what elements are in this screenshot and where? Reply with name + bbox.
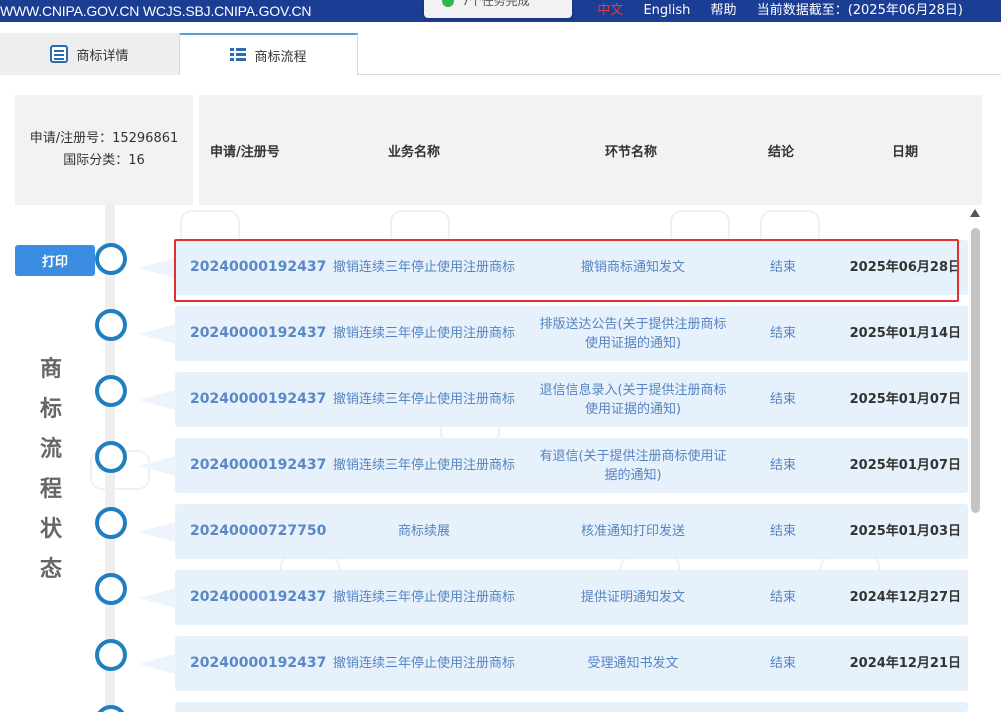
tab-label: 商标详情: [76, 48, 129, 64]
timeline-node: [95, 375, 127, 407]
row-app-no: 20240000192437: [190, 589, 327, 605]
data-as-of-text: 当前数据截至：(2025年06月28日): [756, 3, 963, 18]
col-header-app-no: 申请/注册号: [210, 145, 280, 160]
list-icon: [230, 48, 247, 62]
lang-english-link[interactable]: English: [643, 3, 690, 18]
timeline-node: [95, 309, 127, 341]
timeline-node: [95, 639, 127, 671]
trademark-info-box: 申请/注册号：15296861 国际分类：16: [15, 95, 193, 205]
row-app-no: 20240000192437: [190, 259, 327, 275]
row-business: 撤销连续三年停止使用注册商标: [332, 590, 515, 605]
registration-number: 申请/注册号：15296861: [29, 131, 179, 146]
row-step: 有退信(关于提供注册商标使用证据的通知): [539, 448, 727, 483]
row-app-no: 20240000192437: [190, 391, 327, 407]
row-app-no: 20240000192437: [190, 325, 327, 341]
table-row[interactable]: 20240000192437 撤销连续三年停止使用注册商标 受理通知书发文 结束…: [139, 636, 968, 691]
tab-trademark-process[interactable]: 商标流程: [180, 33, 358, 75]
row-date: 2025年06月28日: [849, 260, 961, 275]
row-result: 结束: [769, 326, 796, 341]
row-date: 2025年01月03日: [849, 524, 961, 539]
table-row-partial: [175, 702, 968, 712]
tab-bar: 商标详情 商标流程: [0, 33, 1001, 75]
row-date: 2024年12月21日: [849, 656, 961, 671]
row-app-no: 20240000727750: [190, 523, 327, 539]
timeline-node: [95, 243, 127, 275]
row-business: 撤销连续三年停止使用注册商标: [332, 392, 515, 407]
scroll-up-arrow-icon[interactable]: [970, 209, 980, 217]
table-header: 申请/注册号 业务名称 环节名称 结论 日期: [199, 95, 982, 205]
row-business: 撤销连续三年停止使用注册商标: [332, 656, 515, 671]
row-business: 撤销连续三年停止使用注册商标: [332, 326, 515, 341]
row-step: 提供证明通知发文: [580, 590, 685, 605]
process-status-title: 商 标 流 程 状 态: [39, 357, 62, 582]
row-business: 商标续展: [397, 524, 450, 539]
row-date: 2025年01月07日: [849, 392, 961, 407]
table-row[interactable]: 20240000192437 撤销连续三年停止使用注册商标 排版送达公告(关于提…: [139, 306, 968, 361]
row-result: 结束: [769, 260, 796, 275]
timeline-node: [95, 573, 127, 605]
row-step: 退信信息录入(关于提供注册商标使用证据的通知): [539, 382, 727, 417]
print-button[interactable]: 打印: [15, 245, 95, 276]
tab-label: 商标流程: [254, 49, 307, 65]
international-class: 国际分类：16: [63, 153, 145, 168]
row-result: 结束: [769, 458, 796, 473]
row-step: 核准通知打印发送: [580, 524, 685, 539]
table-row[interactable]: 20240000727750 商标续展 核准通知打印发送 结束 2025年01月…: [139, 504, 968, 559]
row-step: 撤销商标通知发文: [580, 260, 685, 275]
row-result: 结束: [769, 392, 796, 407]
tab-trademark-detail[interactable]: 商标详情: [0, 33, 180, 75]
table-row[interactable]: 20240000192437 撤销连续三年停止使用注册商标 撤销商标通知发文 结…: [139, 240, 968, 295]
row-business: 撤销连续三年停止使用注册商标: [332, 260, 515, 275]
download-toast: 7个任务完成: [424, 0, 572, 18]
help-link[interactable]: 帮助: [711, 3, 737, 18]
col-header-date: 日期: [892, 145, 919, 160]
row-date: 2025年01月14日: [849, 326, 961, 341]
table-row[interactable]: 20240000192437 撤销连续三年停止使用注册商标 提供证明通知发文 结…: [139, 570, 968, 625]
site-url: WWW.CNIPA.GOV.CN WCJS.SBJ.CNIPA.GOV.CN: [0, 3, 312, 19]
col-header-result: 结论: [768, 145, 795, 160]
row-result: 结束: [769, 590, 796, 605]
lang-chinese-link[interactable]: 中文: [597, 3, 623, 18]
table-row[interactable]: 20240000192437 撤销连续三年停止使用注册商标 退信信息录入(关于提…: [139, 372, 968, 427]
row-business: 撤销连续三年停止使用注册商标: [332, 458, 515, 473]
timeline-node: [95, 705, 127, 712]
row-result: 结束: [769, 656, 796, 671]
toast-text: 7个任务完成: [462, 0, 530, 8]
scrollbar-thumb[interactable]: [971, 228, 980, 513]
row-step: 受理通知书发文: [587, 656, 679, 671]
timeline-node: [95, 441, 127, 473]
row-app-no: 20240000192437: [190, 457, 327, 473]
row-result: 结束: [769, 524, 796, 539]
row-step: 排版送达公告(关于提供注册商标使用证据的通知): [539, 316, 727, 351]
row-date: 2024年12月27日: [849, 590, 961, 605]
col-header-business: 业务名称: [388, 145, 441, 160]
top-links: 中文 English 帮助 当前数据截至：(2025年06月28日): [581, 0, 963, 22]
document-icon: [50, 45, 69, 63]
table-row[interactable]: 20240000192437 撤销连续三年停止使用注册商标 有退信(关于提供注册…: [139, 438, 968, 493]
col-header-step: 环节名称: [605, 145, 658, 160]
row-date: 2025年01月07日: [849, 458, 961, 473]
timeline-node: [95, 507, 127, 539]
row-app-no: 20240000192437: [190, 655, 327, 671]
check-icon: [442, 0, 454, 7]
